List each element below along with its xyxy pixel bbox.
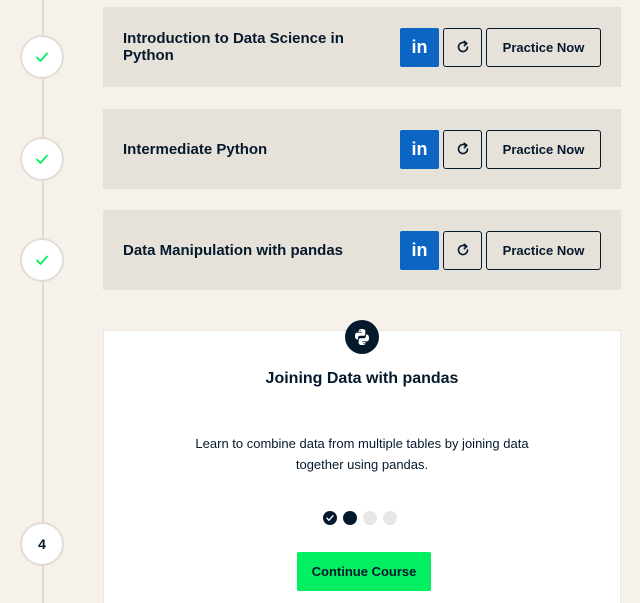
continue-course-button[interactable]: Continue Course [297,552,431,591]
technology-badge [345,320,379,354]
practice-now-button[interactable]: Practice Now [486,230,601,270]
checkmark-icon [36,255,48,265]
course-title[interactable]: Data Manipulation with pandas [123,242,400,259]
current-course-description: Learn to combine data from multiple tabl… [195,436,529,472]
step-number-indicator: 4 [20,522,64,566]
linkedin-share-button[interactable]: in [400,27,439,67]
course-title[interactable]: Intermediate Python [123,141,400,158]
linkedin-share-button[interactable]: in [400,129,439,169]
practice-now-button[interactable]: Practice Now [486,27,601,67]
track-progress-line [42,0,44,603]
checkmark-icon [326,515,334,521]
linkedin-icon: in [411,36,428,57]
restart-icon [457,142,468,155]
checkmark-icon [36,52,48,62]
chapter-progress [323,511,397,525]
chapter-dot-current [343,511,357,525]
completed-course-card: Data Manipulation with pandas in Practic… [103,210,621,290]
practice-now-button[interactable]: Practice Now [486,129,601,169]
course-title[interactable]: Introduction to Data Science in Python [123,30,400,64]
restart-icon [457,40,468,53]
chapter-dot-completed [323,511,337,525]
step-complete-indicator [20,238,64,282]
step-complete-indicator [20,35,64,79]
linkedin-share-button[interactable]: in [400,230,439,270]
step-number: 4 [38,536,46,552]
course-actions: in Practice Now [400,27,601,67]
checkmark-icon [36,154,48,164]
chapter-dot-upcoming [383,511,397,525]
restart-course-button[interactable] [443,27,482,67]
step-complete-indicator [20,137,64,181]
restart-course-button[interactable] [443,230,482,270]
completed-course-card: Introduction to Data Science in Python i… [103,7,621,87]
completed-course-card: Intermediate Python in Practice Now [103,109,621,189]
chapter-dot-upcoming [363,511,377,525]
course-actions: in Practice Now [400,129,601,169]
python-icon [355,329,369,345]
course-actions: in Practice Now [400,230,601,270]
restart-icon [457,243,468,256]
linkedin-icon: in [411,138,428,159]
track-page: 4 Introduction to Data Science in Python… [0,0,640,603]
linkedin-icon: in [411,239,428,260]
current-course-title[interactable]: Joining Data with pandas [103,370,621,388]
restart-course-button[interactable] [443,129,482,169]
